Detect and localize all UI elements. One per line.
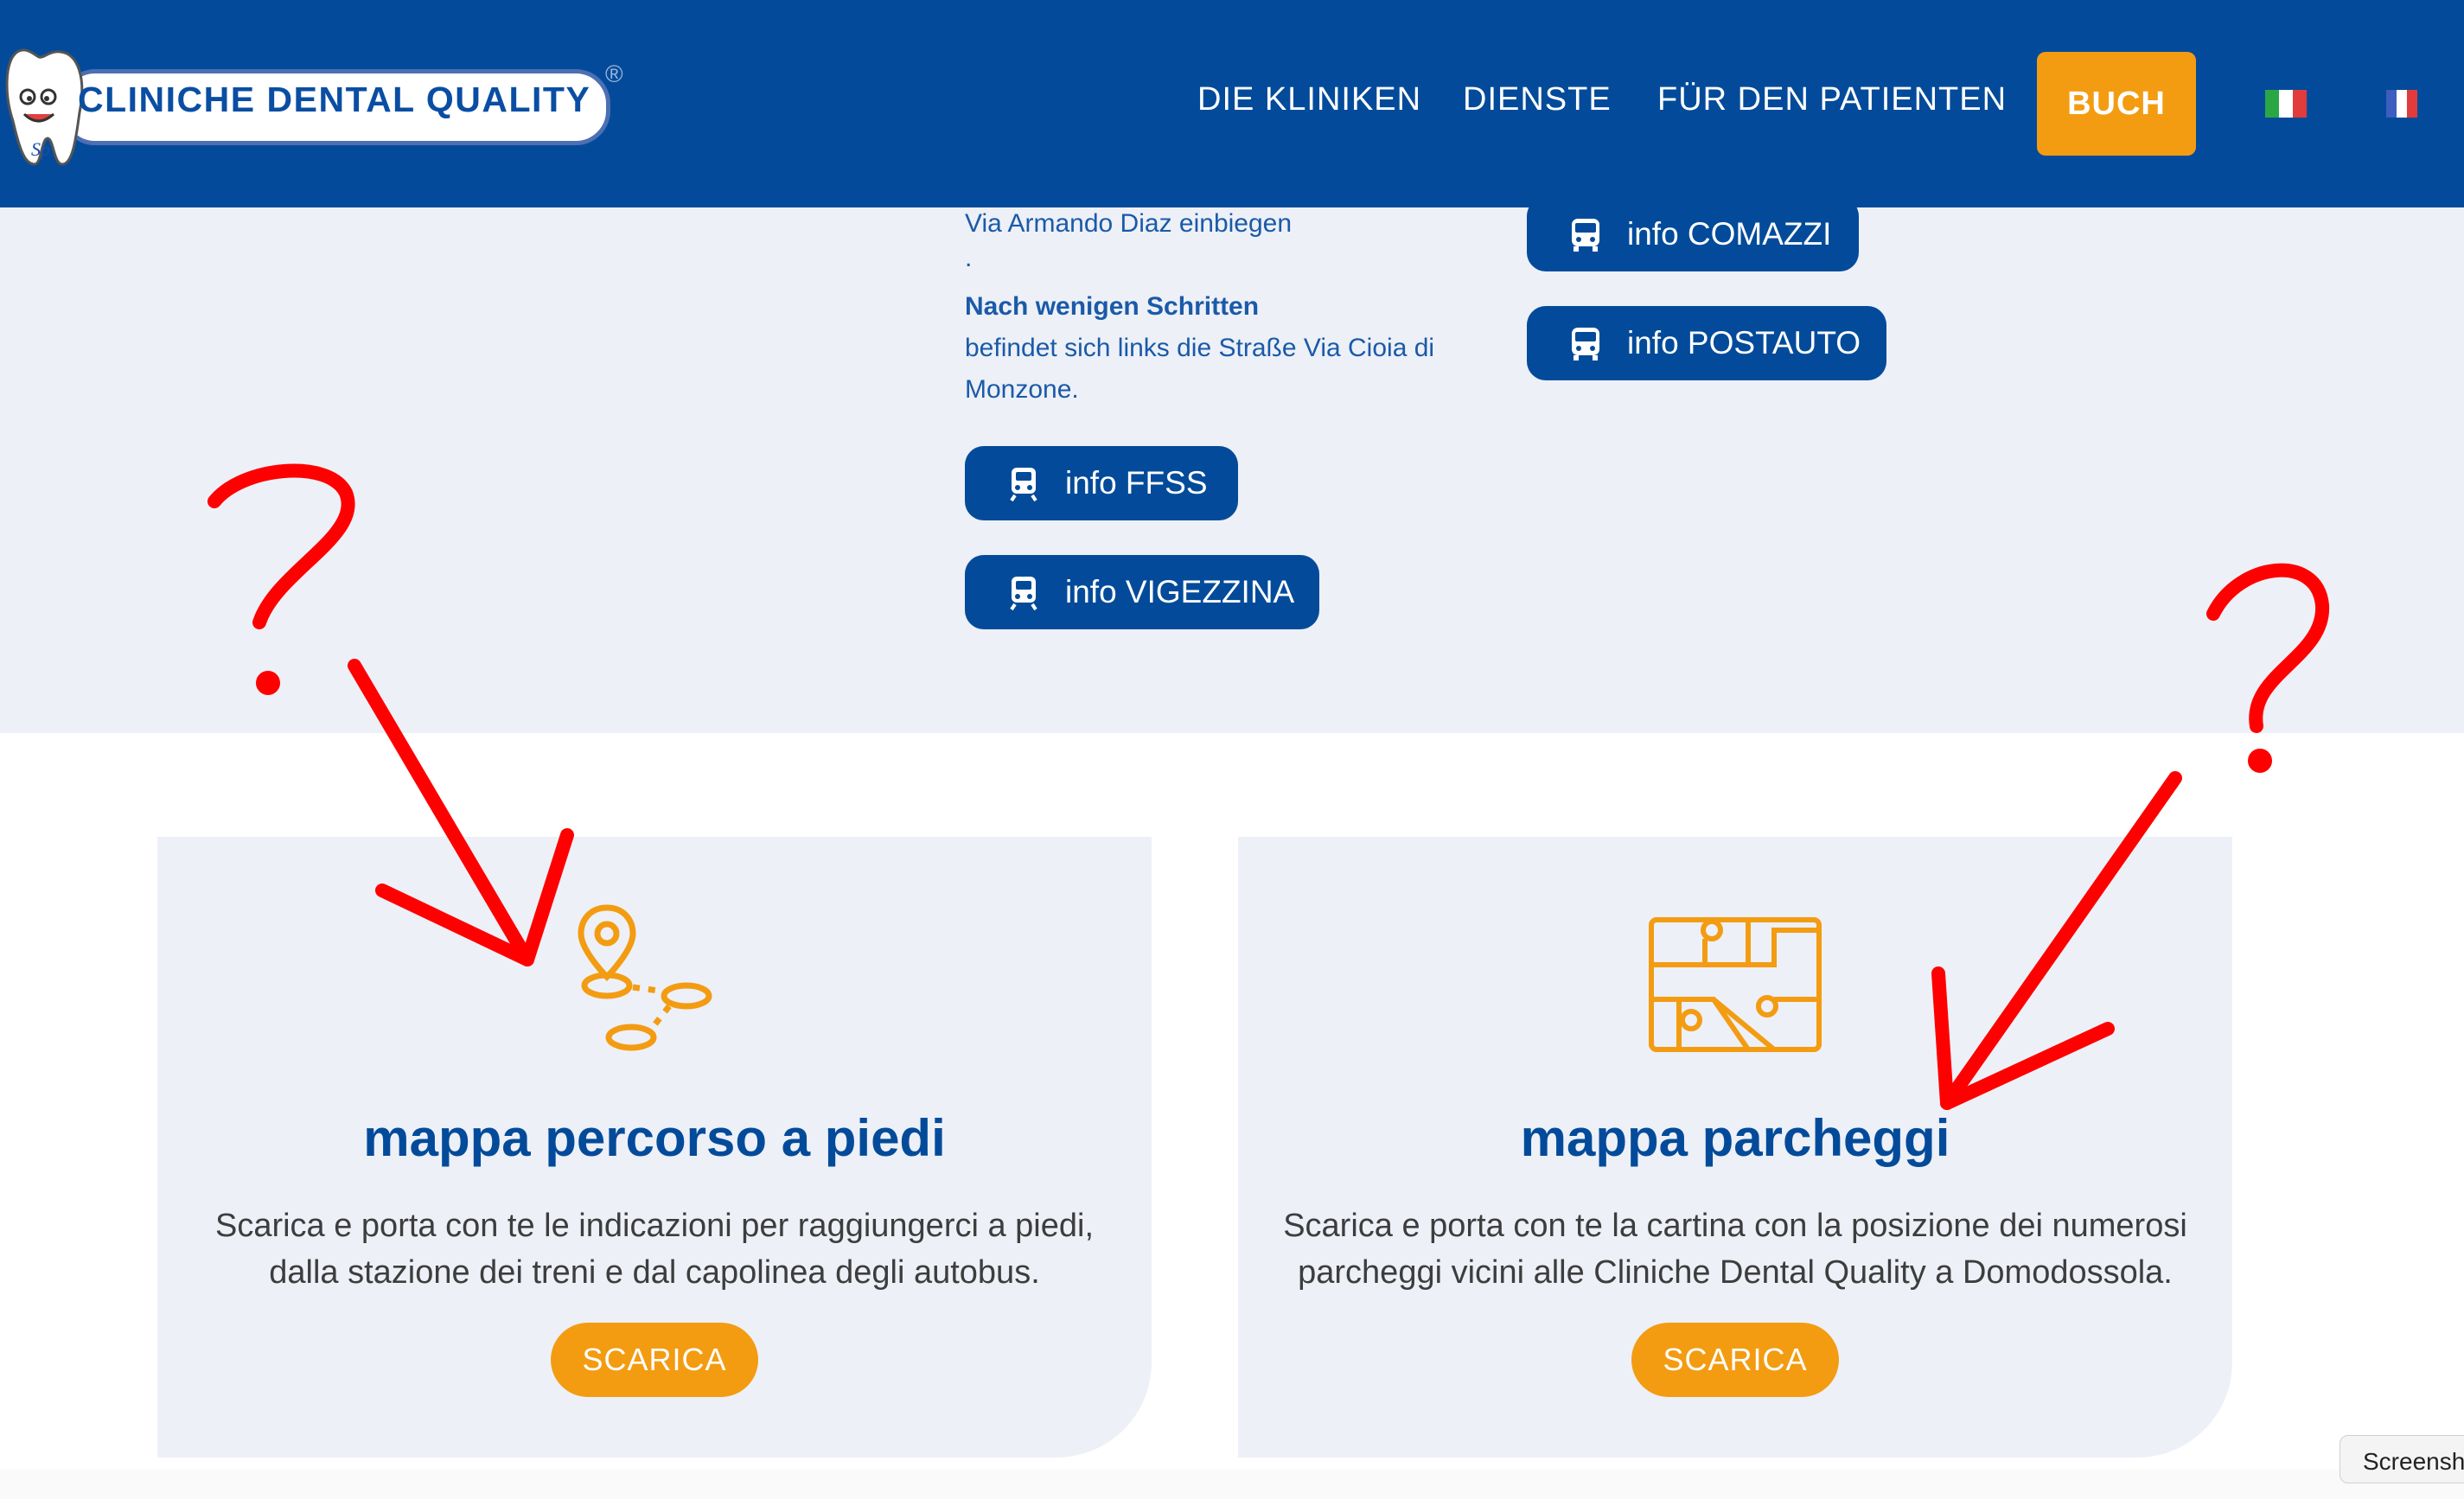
walking-route-icon [578, 904, 712, 1051]
download-parking-button[interactable]: SCARICA [1631, 1323, 1839, 1397]
svg-text:Sp: Sp [31, 138, 50, 160]
info-ffss-button[interactable]: info FFSS [965, 446, 1238, 520]
site-header: Sp CLINICHE DENTAL QUALITY ® DIE KLINIKE… [0, 0, 2464, 207]
bus-icon [1572, 328, 1599, 360]
directions-line-1: Via Armando Diaz einbiegen [965, 209, 1293, 238]
info-vigezzina-button[interactable]: info VIGEZZINA [965, 555, 1319, 629]
page-bottom-edge [0, 1470, 2464, 1499]
info-comazzi-label: info COMAZZI [1627, 216, 1832, 252]
card-parking-desc-1: Scarica e porta con te la cartina con la… [1283, 1208, 2187, 1244]
info-comazzi-button[interactable]: info COMAZZI [1527, 197, 1859, 271]
card-parking-desc-2: parcheggi vicini alle Cliniche Dental Qu… [1298, 1254, 2173, 1291]
info-postauto-button[interactable]: info POSTAUTO [1527, 306, 1886, 380]
directions-line-4: befindet sich links die Straße Via Cioia… [965, 334, 1435, 362]
italian-flag-icon[interactable] [2265, 90, 2307, 118]
logo-text: CLINICHE DENTAL QUALITY [78, 80, 591, 119]
registered-mark: ® [605, 61, 623, 87]
train-icon [1010, 468, 1037, 502]
train-icon [1010, 577, 1037, 611]
bus-icon [1572, 219, 1599, 252]
french-flag-icon[interactable] [2386, 90, 2417, 118]
card-walking-title: mappa percorso a piedi [363, 1109, 946, 1167]
directions-line-2: . [965, 244, 973, 272]
info-ffss-label: info FFSS [1065, 465, 1208, 501]
directions-line-bold: Nach wenigen Schritten [965, 292, 1260, 321]
site-logo[interactable]: Sp CLINICHE DENTAL QUALITY ® [0, 35, 623, 182]
download-walking-button[interactable]: SCARICA [551, 1323, 758, 1397]
nav-die-kliniken[interactable]: DIE KLINIKEN [1197, 81, 1421, 118]
parking-map-icon [1649, 917, 1822, 1052]
directions-line-5: Monzone. [965, 375, 1079, 404]
card-parking-map: mappa parcheggi Scarica e porta con te l… [1238, 837, 2232, 1458]
tooth-mascot-icon: Sp [5, 48, 84, 166]
card-walking-map: mappa percorso a piedi Scarica e porta c… [157, 837, 1152, 1458]
nav-dienste[interactable]: DIENSTE [1463, 81, 1612, 118]
info-vigezzina-label: info VIGEZZINA [1065, 574, 1295, 609]
book-button[interactable]: BUCH [2037, 52, 2196, 156]
card-walking-desc-2: dalla stazione dei treni e dal capolinea… [269, 1254, 1040, 1291]
card-parking-title: mappa parcheggi [1520, 1109, 1950, 1167]
screenshot-tab[interactable]: Screenshot [2340, 1435, 2464, 1483]
card-walking-desc-1: Scarica e porta con te le indicazioni pe… [214, 1208, 1095, 1244]
nav-fuer-den-patienten[interactable]: FÜR DEN PATIENTEN [1657, 81, 2007, 118]
info-postauto-label: info POSTAUTO [1627, 325, 1861, 360]
right-question-dot [2248, 749, 2272, 773]
